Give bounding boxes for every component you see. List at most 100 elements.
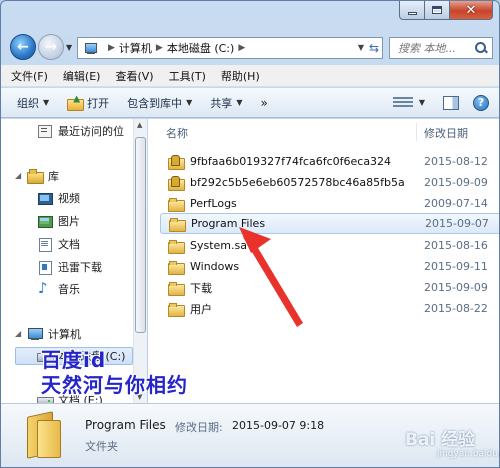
folder-icon (168, 260, 185, 275)
file-name: 用户 (190, 302, 212, 316)
forward-button[interactable]: → (38, 34, 64, 60)
include-in-library-label: 包含到库中 (127, 96, 183, 110)
scroll-up-icon[interactable]: ▲ (137, 121, 142, 129)
folder-icon (168, 239, 185, 254)
open-folder-icon (67, 96, 85, 111)
nav-item-computer[interactable]: 计算机 (27, 326, 81, 342)
videos-icon (37, 191, 53, 205)
nav-item-label: 视频 (58, 192, 80, 205)
file-name: 9fbfaa6b019327f74fca6fc0f6eca324 (190, 155, 392, 168)
share-label: 共享 (210, 96, 233, 110)
file-name: 下载 (190, 281, 212, 295)
change-view-icon[interactable] (392, 96, 413, 109)
command-bar-right: ▼ ? (392, 94, 499, 111)
menu-view[interactable]: 查看(V) (115, 68, 153, 84)
more-commands-button[interactable]: » (260, 96, 267, 110)
scrollbar-thumb[interactable] (135, 137, 146, 333)
organize-button[interactable]: 组织 ▼ (17, 95, 49, 111)
pictures-icon (37, 214, 53, 228)
file-row[interactable]: 下载 2015-09-09 (160, 277, 499, 298)
column-header-name[interactable]: 名称 (166, 125, 188, 141)
date-modified-label: 修改日期: (175, 421, 223, 434)
help-icon[interactable]: ? (473, 94, 489, 111)
chevron-down-icon: ▼ (236, 98, 243, 107)
nav-item-label: 最近访问的位 (58, 125, 124, 138)
locked-folder-icon (168, 175, 185, 191)
recent-pages-chevron-down-icon[interactable]: ▼ (66, 43, 72, 52)
breadcrumb-chevron-icon[interactable]: ▶ (238, 43, 245, 53)
nav-item-thunder-downloads[interactable]: 迅雷下载 (37, 259, 102, 275)
library-icon (27, 169, 44, 184)
nav-item-documents[interactable]: 文档 (37, 236, 80, 252)
nav-item-label: 文档 (58, 238, 80, 251)
back-button[interactable]: ← (10, 34, 36, 60)
nav-item-label: 迅雷下载 (58, 261, 102, 274)
large-folder-icon (23, 410, 67, 458)
caption-buttons: ✕ (399, 1, 493, 21)
nav-item-pictures[interactable]: 图片 (37, 213, 80, 229)
nav-item-label: 图片 (58, 215, 80, 228)
file-name: Windows (190, 260, 240, 273)
maximize-button[interactable] (425, 1, 450, 20)
include-in-library-button[interactable]: 包含到库中 ▼ (127, 95, 192, 111)
forward-arrow-icon: → (45, 39, 57, 55)
baidu-watermark-url: jingyan.baidu.com (437, 449, 500, 459)
close-button[interactable]: ✕ (450, 1, 493, 20)
selected-item-name: Program Files (85, 418, 166, 432)
folder-icon (168, 281, 185, 296)
explorer-window: ✕ ← → ▼ ▶ 计算机 ▶ 本地磁盘 (C:) ▶ ▼ ⇆ 文件(F) 编辑… (0, 0, 500, 468)
file-row[interactable]: PerfLogs 2009-07-14 (160, 193, 499, 214)
menu-edit[interactable]: 编辑(E) (63, 68, 101, 84)
nav-item-videos[interactable]: 视频 (37, 190, 80, 206)
file-row[interactable]: 用户 2015-08-22 (160, 298, 499, 319)
open-label: 打开 (87, 96, 110, 110)
search-box[interactable] (389, 37, 493, 59)
share-button[interactable]: 共享 ▼ (210, 95, 242, 111)
menu-file[interactable]: 文件(F) (11, 68, 48, 84)
item-type: 文件夹 (85, 440, 118, 453)
address-row: ← → ▼ ▶ 计算机 ▶ 本地磁盘 (C:) ▶ ▼ ⇆ (1, 31, 499, 63)
documents-icon (37, 237, 53, 252)
address-history-chevron-down-icon[interactable]: ▼ (358, 43, 364, 52)
breadcrumb-local-disk[interactable]: 本地磁盘 (C:) (167, 40, 234, 56)
file-row[interactable]: bf292c5b5e6eb60572578bc46a85fb5a 2015-09… (160, 172, 499, 193)
file-row[interactable]: System.sav 2015-08-16 (160, 235, 499, 256)
maximize-icon (432, 6, 442, 14)
nav-item-music[interactable]: 音乐 (37, 279, 80, 297)
nav-item-library[interactable]: 库 (27, 168, 59, 184)
preview-pane-icon[interactable] (443, 95, 459, 110)
nav-item-recent[interactable]: 最近访问的位 (37, 123, 124, 139)
downloads-icon (37, 260, 53, 275)
expand-computer-chevron-icon[interactable]: ◢ (15, 329, 21, 338)
expand-library-chevron-icon[interactable]: ◢ (15, 171, 21, 180)
date-modified-value: 2015-09-07 9:18 (232, 419, 325, 432)
menu-help[interactable]: 帮助(H) (221, 68, 260, 84)
column-headers: 名称 修改日期 (148, 119, 499, 145)
folder-icon (169, 217, 186, 232)
file-name: Program Files (191, 217, 266, 230)
refresh-icon[interactable]: ⇆ (369, 41, 379, 55)
address-bar[interactable]: ▶ 计算机 ▶ 本地磁盘 (C:) ▶ ▼ ⇆ (77, 37, 383, 59)
view-options-chevron-down-icon[interactable]: ▼ (419, 98, 425, 107)
file-date: 2015-08-16 (424, 239, 488, 252)
column-header-date[interactable]: 修改日期 (424, 125, 468, 141)
column-divider[interactable] (416, 123, 417, 141)
file-list-pane: 名称 修改日期 9fbfaa6b019327f74fca6fc0f6eca324… (148, 119, 499, 403)
menu-tools[interactable]: 工具(T) (169, 68, 206, 84)
file-date: 2015-09-09 (424, 176, 488, 189)
file-row[interactable]: Windows 2015-09-11 (160, 256, 499, 277)
file-date: 2015-09-11 (424, 260, 488, 273)
folder-icon (168, 197, 185, 212)
file-row[interactable]: 9fbfaa6b019327f74fca6fc0f6eca324 2015-08… (160, 151, 499, 172)
file-row-selected[interactable]: Program Files 2015-09-07 (160, 213, 499, 234)
breadcrumb-chevron-icon[interactable]: ▶ (108, 43, 115, 53)
navigation-scrollbar[interactable]: ▲ ▼ (133, 119, 147, 403)
breadcrumb-computer[interactable]: 计算机 (119, 40, 152, 56)
breadcrumb-chevron-icon[interactable]: ▶ (156, 43, 163, 53)
search-input[interactable] (398, 41, 472, 55)
search-icon[interactable] (474, 41, 488, 55)
music-icon (37, 279, 53, 297)
open-button[interactable]: 打开 (67, 95, 109, 111)
minimize-button[interactable] (399, 1, 425, 20)
file-date: 2009-07-14 (424, 197, 488, 210)
